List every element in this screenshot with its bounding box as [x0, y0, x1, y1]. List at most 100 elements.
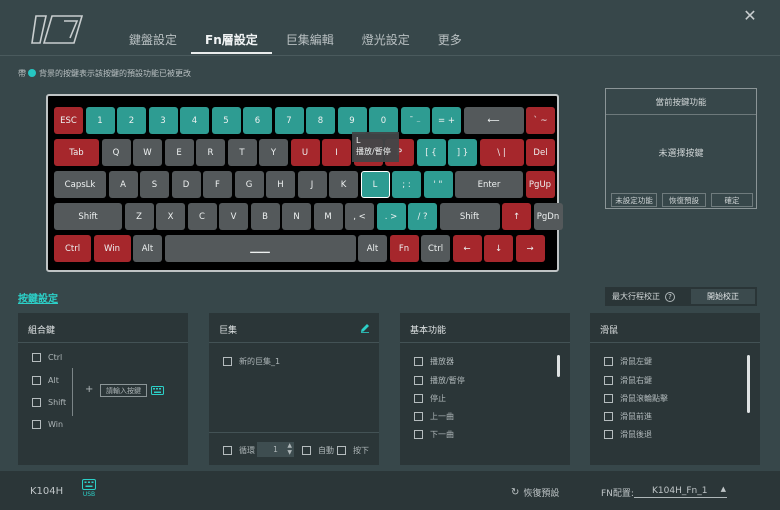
key-2-6[interactable]: H	[266, 171, 295, 198]
key-0-11[interactable]: ¯ ₋	[400, 107, 430, 134]
key-2-3[interactable]: D	[171, 171, 201, 198]
key-0-14[interactable]: ` ~	[526, 107, 555, 134]
key-0-0[interactable]: ESC	[54, 107, 83, 134]
key-0-5[interactable]: 5	[211, 107, 241, 134]
key-0-4[interactable]: 4	[180, 107, 209, 134]
key-2-8[interactable]: K	[329, 171, 358, 198]
key-0-8[interactable]: 8	[306, 107, 335, 134]
key-0-10[interactable]: 0	[369, 107, 398, 134]
checkbox-icon[interactable]	[223, 357, 232, 366]
loop-option[interactable]: 循環	[223, 445, 255, 456]
key-3-1[interactable]: Z	[124, 203, 154, 230]
chevron-up-icon[interactable]: ▲	[721, 485, 726, 493]
key-3-9[interactable]: . >	[376, 203, 406, 230]
key-2-5[interactable]: G	[234, 171, 264, 198]
key-0-2[interactable]: 2	[117, 107, 146, 134]
key-4-9[interactable]: →	[515, 235, 545, 262]
key-3-10[interactable]: / ?	[408, 203, 437, 230]
key-4-1[interactable]: Win	[93, 235, 131, 262]
key-4-7[interactable]: ←	[452, 235, 482, 262]
key-3-6[interactable]: N	[282, 203, 311, 230]
key-4-6[interactable]: Ctrl	[421, 235, 450, 262]
key-3-11[interactable]: Shift	[439, 203, 500, 230]
checkbox-icon[interactable]	[604, 357, 613, 366]
checkbox-icon[interactable]	[32, 398, 41, 407]
key-1-3[interactable]: E	[164, 139, 194, 166]
basic-item[interactable]: 播放器	[414, 356, 454, 367]
key-0-7[interactable]: 7	[274, 107, 304, 134]
mouse-item[interactable]: 滑鼠後退	[604, 429, 652, 440]
key-3-2[interactable]: X	[156, 203, 185, 230]
checkbox-icon[interactable]	[302, 446, 311, 455]
key-3-4[interactable]: V	[219, 203, 248, 230]
checkbox-icon[interactable]	[223, 446, 232, 455]
basic-item[interactable]: 停止	[414, 393, 446, 404]
tab-more[interactable]: 更多	[424, 32, 476, 54]
mouse-scrollbar[interactable]	[747, 355, 750, 413]
key-4-3[interactable]: ▁▁▁	[164, 235, 356, 262]
checkbox-icon[interactable]	[32, 353, 41, 362]
close-icon[interactable]: ✕	[740, 6, 760, 26]
checkbox-icon[interactable]	[604, 394, 613, 403]
checkbox-icon[interactable]	[414, 430, 423, 439]
tab-macro-edit[interactable]: 巨集編輯	[272, 32, 348, 54]
tab-keyboard-settings[interactable]: 鍵盤設定	[115, 32, 191, 54]
start-calibration-button[interactable]: 開始校正	[691, 289, 755, 304]
key-1-7[interactable]: U	[290, 139, 320, 166]
key-3-12[interactable]: ↑	[502, 203, 531, 230]
checkbox-icon[interactable]	[337, 446, 346, 455]
key-4-4[interactable]: Alt	[358, 235, 387, 262]
edit-icon[interactable]	[360, 323, 370, 333]
key-1-13[interactable]: \ |	[479, 139, 524, 166]
key-0-13[interactable]: ⟵	[463, 107, 524, 134]
key-0-6[interactable]: 6	[243, 107, 272, 134]
key-2-7[interactable]: J	[297, 171, 327, 198]
key-2-13[interactable]: PgUp	[525, 171, 555, 198]
key-2-10[interactable]: ; :	[392, 171, 421, 198]
key-2-0[interactable]: CapsLk	[54, 171, 106, 198]
key-0-3[interactable]: 3	[148, 107, 178, 134]
key-1-0[interactable]: Tab	[54, 139, 99, 166]
key-0-1[interactable]: 1	[85, 107, 115, 134]
checkbox-icon[interactable]	[32, 376, 41, 385]
checkbox-icon[interactable]	[32, 420, 41, 429]
confirm-button[interactable]: 確定	[711, 193, 753, 207]
mouse-item[interactable]: 滑鼠滾輪點擊	[604, 393, 668, 404]
checkbox-icon[interactable]	[414, 412, 423, 421]
key-2-1[interactable]: A	[108, 171, 138, 198]
checkbox-icon[interactable]	[604, 430, 613, 439]
checkbox-icon[interactable]	[604, 376, 613, 385]
basic-scrollbar[interactable]	[557, 355, 560, 377]
key-input[interactable]: 請輸入按鍵	[100, 384, 147, 397]
key-1-5[interactable]: T	[227, 139, 257, 166]
key-3-5[interactable]: B	[250, 203, 280, 230]
key-0-12[interactable]: = +	[432, 107, 461, 134]
key-1-8[interactable]: I	[322, 139, 351, 166]
combo-shift[interactable]: Shift	[32, 398, 66, 407]
key-1-1[interactable]: Q	[101, 139, 131, 166]
key-1-12[interactable]: ] }	[448, 139, 477, 166]
key-1-2[interactable]: W	[133, 139, 162, 166]
basic-item[interactable]: 上一曲	[414, 411, 454, 422]
key-4-8[interactable]: ↓	[484, 235, 513, 262]
key-0-9[interactable]: 9	[337, 107, 367, 134]
basic-item[interactable]: 播放/暫停	[414, 375, 465, 386]
key-1-4[interactable]: R	[196, 139, 225, 166]
basic-item[interactable]: 下一曲	[414, 429, 454, 440]
stepper-arrows-icon[interactable]: ▲ ▼	[287, 442, 292, 456]
key-3-8[interactable]: , <	[345, 203, 374, 230]
combo-ctrl[interactable]: Ctrl	[32, 353, 62, 362]
checkbox-icon[interactable]	[414, 357, 423, 366]
key-3-3[interactable]: C	[187, 203, 217, 230]
loop-count-stepper[interactable]: 1 ▲ ▼	[257, 442, 294, 457]
key-4-0[interactable]: Ctrl	[54, 235, 91, 262]
key-1-11[interactable]: [ {	[416, 139, 446, 166]
key-3-7[interactable]: M	[313, 203, 343, 230]
key-2-11[interactable]: ' "	[423, 171, 453, 198]
key-2-9[interactable]: L	[360, 171, 390, 198]
checkbox-icon[interactable]	[604, 412, 613, 421]
mouse-item[interactable]: 滑鼠右鍵	[604, 375, 652, 386]
restore-default-link[interactable]: ↻ 恢復預設	[511, 486, 559, 499]
fn-config-select[interactable]: K104H_Fn_1 ▲	[634, 485, 727, 498]
key-1-14[interactable]: Del	[526, 139, 555, 166]
